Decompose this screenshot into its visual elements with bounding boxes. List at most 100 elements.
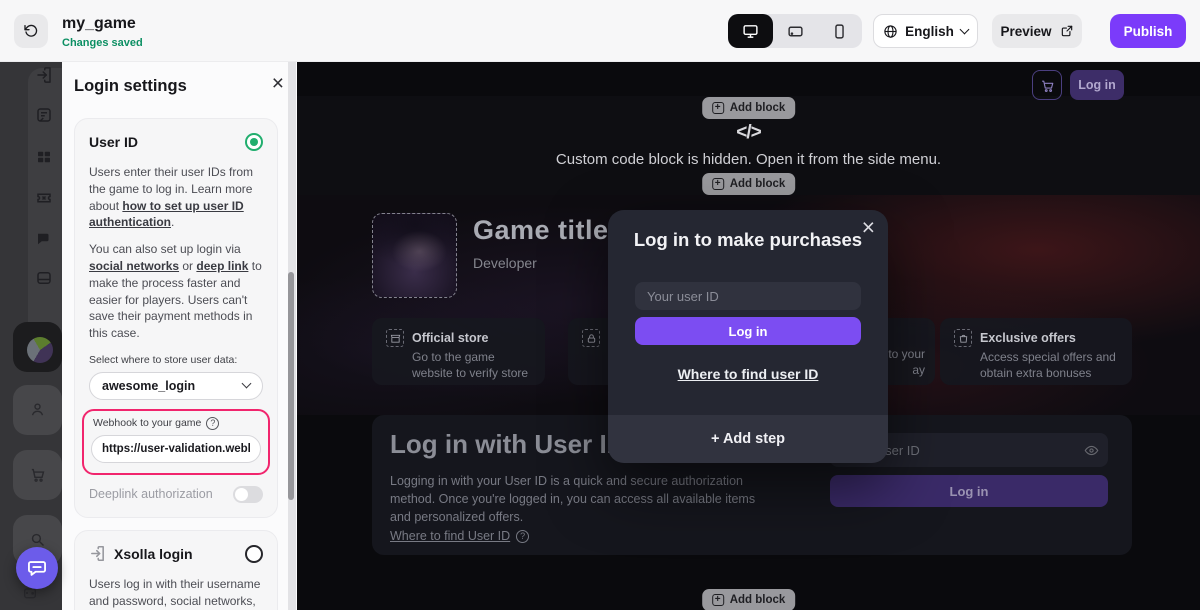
mobile-icon — [831, 23, 848, 40]
plus-icon: + — [711, 178, 724, 190]
user-id-description-2: You can also set up login via social net… — [89, 242, 262, 341]
store-icon — [386, 329, 404, 347]
chat-icon[interactable] — [35, 230, 53, 248]
panel-body: User ID Users enter their user IDs from … — [74, 118, 278, 610]
save-status: Changes saved — [62, 37, 143, 49]
top-bar: my_game Changes saved English Preview Pu… — [0, 0, 1200, 62]
ticket-icon[interactable] — [35, 189, 53, 207]
modal-where-to-find-link: Where to find user ID — [677, 366, 819, 382]
login-modal-body: × Log in to make purchases Log in Where … — [608, 210, 888, 415]
user-id-option-card: User ID Users enter their user IDs from … — [74, 118, 278, 518]
store-select[interactable]: awesome_login — [89, 371, 263, 400]
login-arrow-icon[interactable] — [35, 66, 53, 84]
add-step-button[interactable]: + Add step — [608, 415, 888, 463]
custom-code-message: Custom code block is hidden. Open it fro… — [555, 151, 942, 168]
deeplink-toggle-off[interactable] — [233, 485, 263, 503]
deep-link-link[interactable]: deep link — [196, 259, 248, 273]
desktop-toggle[interactable] — [728, 14, 773, 48]
webhook-highlight-box: Webhook to your game ? — [82, 408, 270, 475]
add-block-button-middle[interactable]: + Add block — [701, 173, 796, 195]
feature-card-exclusive-offers[interactable]: Exclusive offers Access special offers a… — [940, 318, 1132, 385]
tablet-icon — [787, 23, 804, 40]
cart-button[interactable] — [1032, 70, 1062, 100]
tablet-toggle[interactable] — [773, 14, 818, 48]
sidebar-item-cart[interactable] — [13, 450, 62, 500]
preview-label: Preview — [1000, 23, 1052, 39]
login-section-login-button[interactable]: Log in — [830, 475, 1108, 507]
blocks-icon[interactable] — [35, 148, 53, 166]
globe-icon — [883, 24, 898, 39]
add-block-button-top[interactable]: + Add block — [701, 97, 796, 119]
xsolla-option-title: Xsolla login — [114, 545, 193, 562]
chevron-down-icon — [241, 379, 252, 389]
modal-title: Log in to make purchases — [633, 229, 863, 250]
panel-scrollbar-thumb[interactable] — [288, 272, 294, 500]
webhook-label: Webhook to your game — [93, 417, 202, 430]
deeplink-label: Deeplink authorization — [89, 487, 213, 502]
plus-icon: + — [711, 594, 724, 606]
chevron-down-icon — [959, 24, 970, 34]
user-id-radio-selected[interactable] — [245, 133, 263, 151]
search-icon — [29, 531, 46, 548]
app-root: Log in + Add block </> Custom code block… — [0, 0, 1200, 610]
external-link-icon — [1060, 24, 1074, 38]
game-title: Game title — [473, 215, 609, 245]
site-logo-card[interactable] — [13, 322, 62, 372]
desktop-icon — [742, 23, 759, 40]
game-avatar-image[interactable] — [372, 213, 457, 298]
store-user-data-label: Select where to store user data: — [89, 353, 238, 366]
site-logo — [27, 337, 53, 363]
panel-scrollbar-track[interactable] — [288, 62, 296, 610]
preview-button[interactable]: Preview — [992, 14, 1082, 48]
card-desc: Go to the game website to verify store — [412, 350, 529, 380]
device-preview-toggle — [728, 14, 862, 48]
chat-bubble-icon — [26, 557, 48, 579]
add-block-label: Add block — [729, 594, 786, 606]
card-title: Exclusive offers — [980, 331, 1076, 345]
undo-button[interactable] — [14, 14, 48, 48]
preview-nav-login-button[interactable]: Log in — [1070, 70, 1124, 100]
code-icon: </> — [736, 122, 762, 143]
modal-login-button[interactable]: Log in — [635, 317, 861, 345]
login-section-body: Logging in with your User ID is a quick … — [390, 474, 756, 525]
login-section-heading: Log in with User ID — [390, 429, 626, 459]
help-icon: ? — [516, 529, 530, 543]
publish-button[interactable]: Publish — [1110, 14, 1186, 48]
bag-icon — [954, 329, 972, 347]
mobile-toggle[interactable] — [817, 14, 862, 48]
sidebar-item-account[interactable] — [13, 385, 62, 435]
add-block-label: Add block — [729, 102, 786, 114]
xsolla-login-option-card: Xsolla login Users log in with their use… — [74, 529, 278, 610]
language-select[interactable]: English — [873, 14, 978, 48]
footer-icon[interactable] — [35, 269, 53, 287]
user-id-description-1: Users enter their user IDs from the game… — [89, 165, 254, 230]
modal-userid-input[interactable] — [635, 282, 861, 310]
webhook-input[interactable] — [91, 434, 261, 463]
support-chat-button[interactable] — [16, 547, 58, 589]
user-id-option-title: User ID — [89, 134, 139, 150]
login-settings-panel: Login settings × User ID Users enter the… — [62, 62, 297, 610]
news-icon[interactable] — [35, 106, 53, 124]
undo-icon — [23, 23, 39, 39]
question-icon[interactable]: ? — [206, 416, 220, 430]
add-block-button-bottom[interactable]: + Add block — [701, 589, 796, 610]
social-networks-link[interactable]: social networks — [89, 259, 179, 273]
where-to-find-userid-link[interactable]: Where to find User ID ? — [390, 529, 530, 543]
person-icon — [29, 401, 46, 418]
eye-icon[interactable] — [1084, 443, 1099, 458]
plus-icon: + — [711, 102, 724, 114]
login-arrow-icon — [89, 545, 106, 562]
builder-sidebar — [0, 62, 62, 610]
card-desc: to your ay — [888, 347, 925, 377]
cart-icon — [1040, 78, 1055, 93]
language-value: English — [905, 23, 954, 39]
close-icon[interactable]: × — [272, 73, 284, 94]
add-block-label: Add block — [729, 178, 786, 190]
lock-icon — [582, 329, 600, 347]
card-desc: Access special offers and obtain extra b… — [980, 350, 1116, 380]
login-modal: × Log in to make purchases Log in Where … — [608, 210, 888, 463]
feature-card-official-store[interactable]: Official store Go to the game website to… — [372, 318, 545, 385]
xsolla-description: Users log in with their username and pas… — [89, 576, 261, 608]
store-select-value: awesome_login — [102, 378, 196, 393]
xsolla-radio-unselected[interactable] — [245, 544, 263, 563]
